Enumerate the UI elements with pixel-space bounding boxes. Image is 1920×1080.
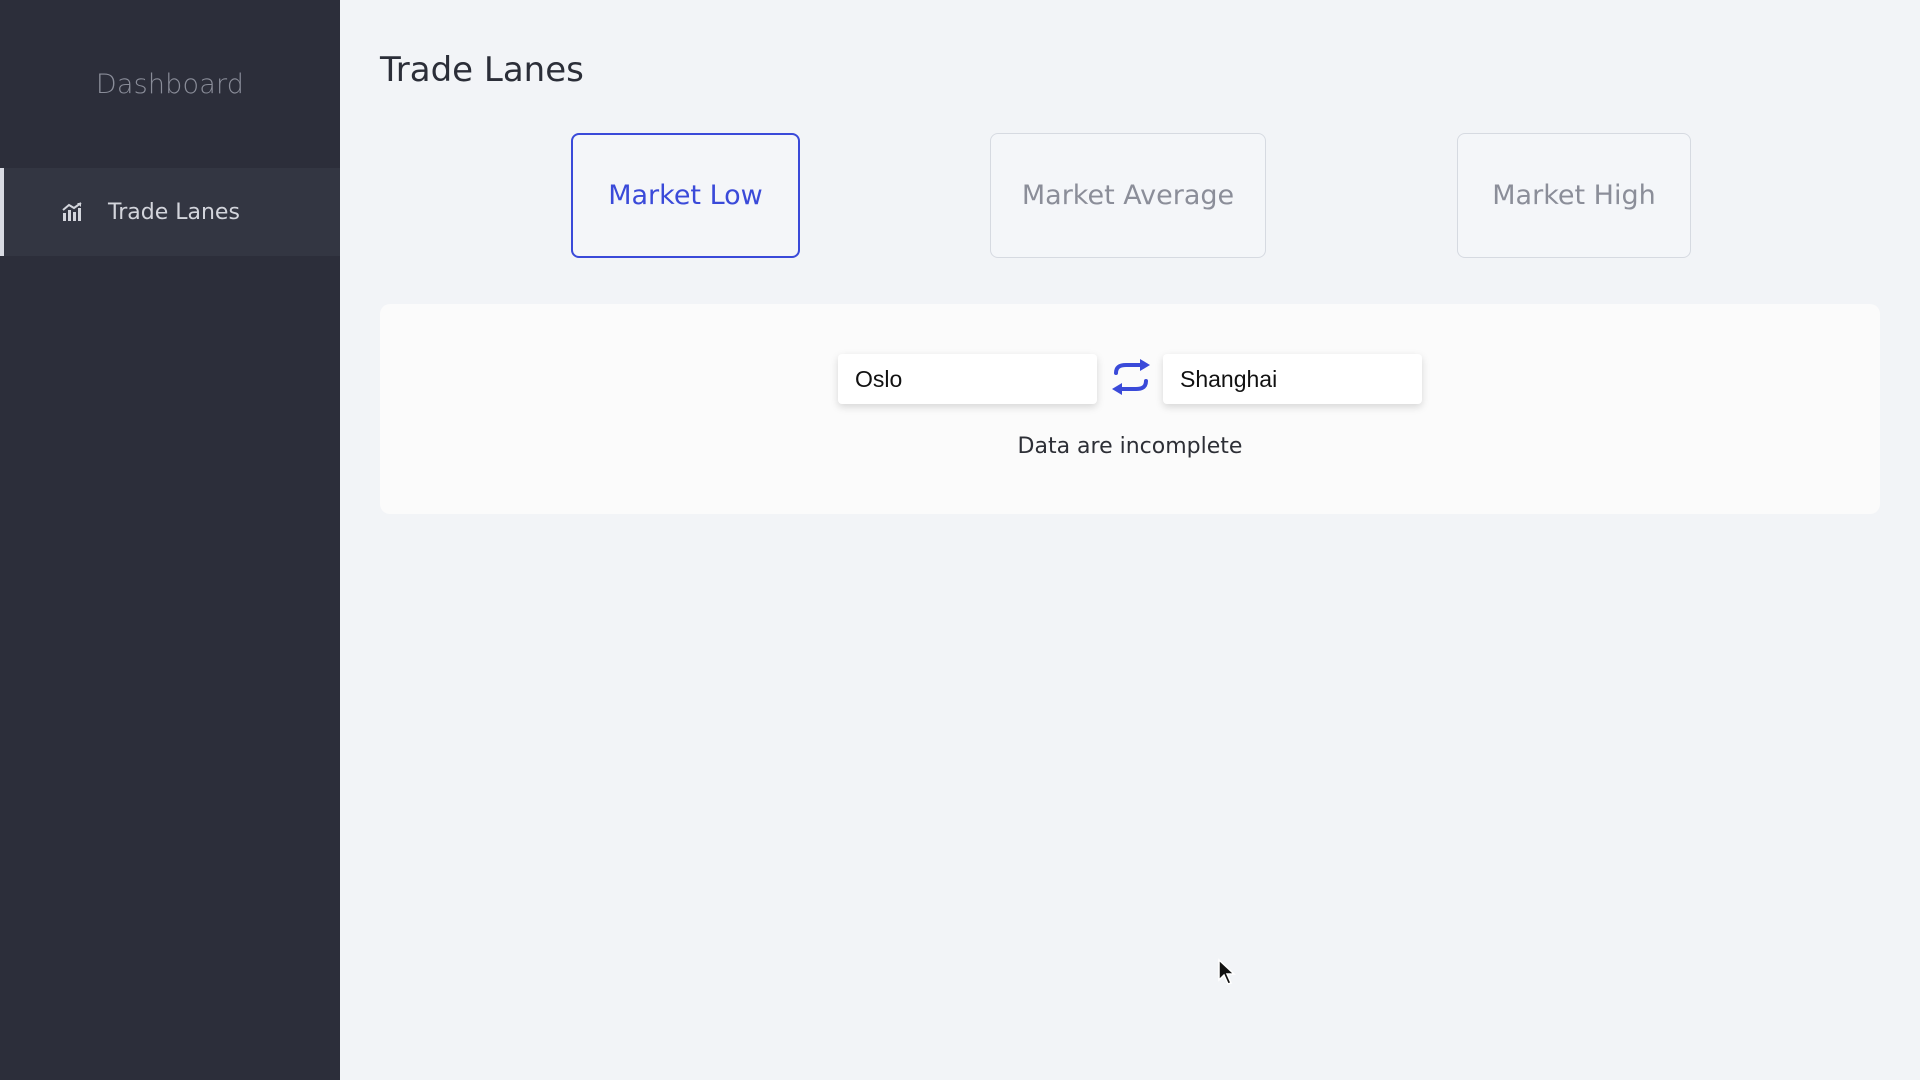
sidebar-brand[interactable]: Dashboard	[0, 0, 340, 168]
app-root: Dashboard Trade Lanes Trade Lanes Market…	[0, 0, 1920, 1080]
sidebar-item-label: Trade Lanes	[108, 199, 240, 225]
sidebar: Dashboard Trade Lanes	[0, 0, 340, 1080]
market-average-button[interactable]: Market Average	[990, 133, 1266, 258]
chart-icon	[60, 200, 84, 224]
status-message: Data are incomplete	[1017, 434, 1243, 459]
main-content: Trade Lanes Market Low Market Average Ma…	[340, 0, 1920, 1080]
route-panel: Data are incomplete	[380, 304, 1880, 514]
destination-field[interactable]	[1163, 354, 1422, 404]
swap-button[interactable]	[1108, 356, 1154, 402]
origin-field[interactable]	[838, 354, 1097, 404]
market-high-button[interactable]: Market High	[1457, 133, 1691, 258]
swap-arrows-icon	[1110, 359, 1152, 399]
sidebar-item-trade-lanes[interactable]: Trade Lanes	[0, 168, 340, 256]
market-low-button[interactable]: Market Low	[571, 133, 800, 258]
page-title: Trade Lanes	[380, 50, 584, 90]
mouse-cursor-icon	[1217, 958, 1237, 986]
